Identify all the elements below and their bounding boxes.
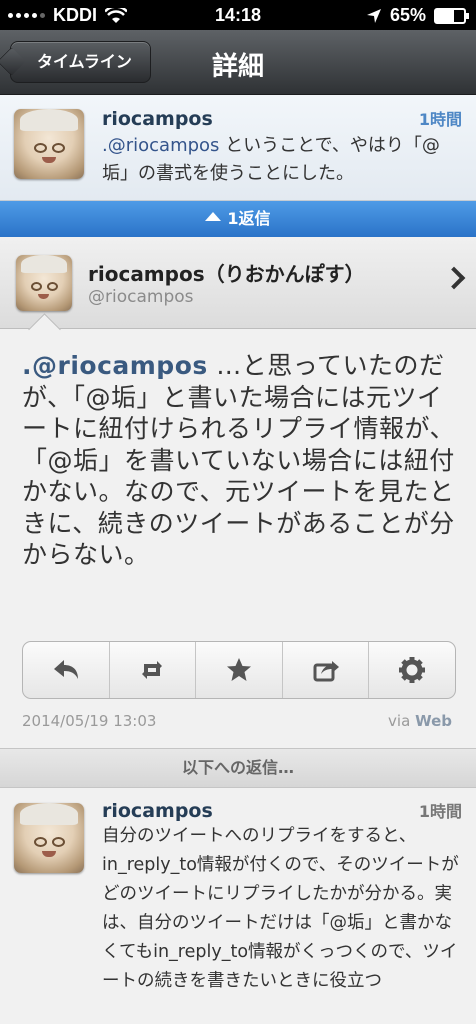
author-avatar[interactable] [16,255,72,311]
share-button[interactable] [283,642,370,698]
status-bar: KDDI 14:18 65% [0,0,476,30]
gear-icon [399,657,426,683]
star-icon [226,658,251,681]
reply-count-bar[interactable]: 1返信 [0,201,476,237]
via-source-link[interactable]: Web [415,712,452,730]
parent-tweet-time: 1時間 [418,110,462,129]
back-button[interactable]: タイムライン [10,41,151,83]
up-arrow-icon [205,212,222,221]
tweet-date: 2014/05/19 13:03 [22,712,157,730]
reply-button[interactable] [23,642,110,698]
parent-tweet-text: .@riocampos ということで、やはり「@垢」の書式を使うことにした。 [102,132,460,188]
reply-username[interactable]: riocampos [102,800,213,822]
reply-avatar[interactable] [14,803,84,873]
reply-count-label: 1返信 [227,209,271,228]
settings-button[interactable] [369,642,455,698]
mention-link[interactable]: .@riocampos [102,135,219,156]
replies-header: 以下への返信… [0,748,476,788]
avatar[interactable] [14,109,84,179]
reply-time: 1時間 [418,802,462,821]
status-right: 65% [366,5,469,26]
tweet-body: …と思っていたのだが、「@垢」と書いた場合には元ツイートに紐付けられるリプライ情… [22,351,456,569]
author-name: riocampos（りおかんぽす） [88,262,365,286]
parent-tweet-username[interactable]: riocampos [102,108,213,130]
action-bar [22,641,456,699]
favorite-button[interactable] [196,642,283,698]
via-prefix: via [388,712,411,730]
navigation-bar: タイムライン 詳細 [0,30,476,95]
retweet-icon [142,661,163,679]
battery-percent: 65% [389,5,426,25]
location-icon [366,8,381,23]
reply-text: 自分のツイートへのリプライをすると、in_reply_to情報が付くので、そのツ… [102,826,459,991]
reply-icon [53,660,78,679]
tweet-text: .@riocampos …と思っていたのだが、「@垢」と書いた場合には元ツイート… [22,350,462,571]
share-icon [313,661,339,682]
tweet-via: via Web [388,712,452,730]
retweet-button[interactable] [110,642,197,698]
tweet-mention-link[interactable]: .@riocampos [22,351,208,380]
battery-icon [434,7,469,24]
author-handle: @riocampos [88,287,194,307]
